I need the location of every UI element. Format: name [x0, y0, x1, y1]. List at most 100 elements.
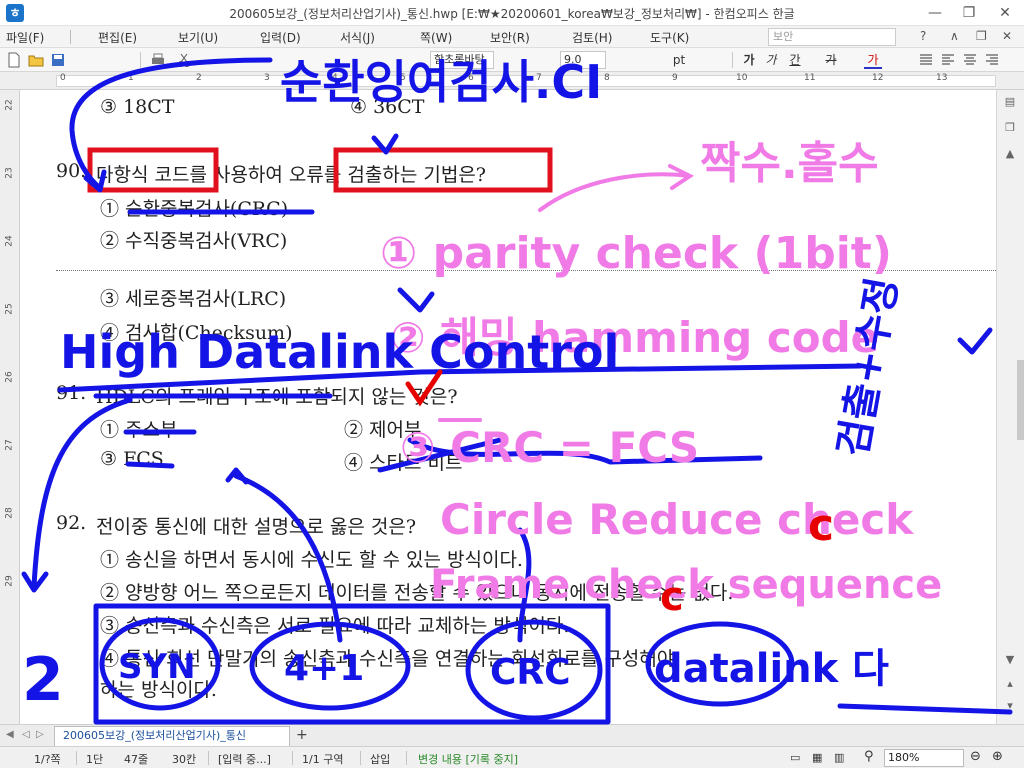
help-icon[interactable]: ?: [920, 29, 926, 43]
page-column-divider: [56, 270, 996, 271]
next-page-icon[interactable]: ▾: [999, 696, 1021, 716]
menu-format[interactable]: 서식(J): [340, 29, 375, 46]
status-column: 30칸: [172, 753, 197, 766]
bookmark-icon[interactable]: ❒: [999, 118, 1021, 138]
vruler-number: 28: [4, 507, 15, 519]
status-divider: [360, 751, 361, 765]
status-track-changes[interactable]: 변경 내용 [기록 중지]: [418, 751, 518, 767]
open-icon[interactable]: [28, 52, 44, 68]
italic-button[interactable]: 가: [762, 51, 780, 69]
status-divider: [292, 751, 293, 765]
font-size-input[interactable]: 9.0: [560, 51, 606, 69]
print-icon[interactable]: [150, 52, 166, 68]
align-left-icon[interactable]: [940, 52, 956, 68]
tab-prev-icon[interactable]: ◁: [22, 729, 30, 740]
vruler-number: 22: [4, 99, 15, 111]
zoom-out-icon[interactable]: ⊖: [970, 749, 981, 764]
question-91-option-4: ④ 스타트 비트: [344, 452, 463, 474]
maximize-icon[interactable]: ❐: [954, 2, 984, 24]
add-tab-icon[interactable]: +: [296, 727, 308, 743]
tab-next-icon[interactable]: ▷: [36, 729, 44, 740]
menu-tools[interactable]: 도구(K): [650, 29, 689, 46]
question-91-option-2: ② 제어부: [344, 419, 422, 441]
strike-button[interactable]: 가: [820, 51, 842, 69]
prev-question-option-3: ③ 18CT: [100, 96, 175, 118]
menu-insert[interactable]: 입력(D): [260, 29, 301, 46]
menu-page[interactable]: 쪽(W): [420, 29, 452, 46]
status-insert-mode[interactable]: 삽입: [370, 751, 390, 767]
question-92-text: 전이중 통신에 대한 설명으로 옳은 것은?: [96, 516, 417, 538]
status-zone: 1/1 구역: [302, 753, 344, 766]
bold-button[interactable]: 가: [740, 51, 758, 69]
menu-review[interactable]: 검토(H): [572, 29, 612, 46]
question-90-option-3: ③ 세로중복검사(LRC): [100, 288, 287, 310]
align-justify-icon[interactable]: [918, 52, 934, 68]
menu-view[interactable]: 보기(U): [178, 29, 218, 46]
search-input[interactable]: 보안: [768, 28, 896, 46]
vertical-scrollbar[interactable]: ▤ ❒ ▲ ▼ ▴ ▾: [996, 90, 1024, 724]
page-view-icon[interactable]: ▤: [999, 92, 1021, 112]
menu-edit[interactable]: 편집(E): [98, 29, 137, 46]
style-select[interactable]: 함초롬바탕: [430, 51, 494, 69]
horizontal-ruler[interactable]: 0 1 2 3 4 5 6 7 8 9 10 11 12 13: [0, 72, 1024, 90]
ruler-number: 5: [400, 73, 406, 83]
menu-divider: [70, 30, 71, 44]
document-page[interactable]: ③ 18CT ④ 36CT 90. 다항식 코드를 사용하여 오류를 검출하는 …: [20, 90, 996, 724]
restore-doc-icon[interactable]: ❐: [976, 29, 987, 43]
document-tab-bar: ◀ ◁ ▷ 200605보강_(정보처리산업기사)_통신 +: [0, 724, 1024, 746]
align-right-icon[interactable]: [984, 52, 1000, 68]
close-icon[interactable]: ✕: [990, 2, 1020, 24]
prev-question-option-4: ④ 36CT: [350, 96, 425, 118]
vertical-ruler[interactable]: 22 23 24 25 26 27 28 29: [0, 90, 20, 724]
vruler-number: 23: [4, 167, 15, 179]
toolbar-divider: [732, 52, 733, 68]
status-section: 1단: [86, 753, 104, 766]
vruler-number: 27: [4, 439, 15, 451]
question-90-option-2: ② 수직중복검사(VRC): [100, 230, 288, 252]
close-doc-icon[interactable]: ✕: [1002, 29, 1012, 43]
align-center-icon[interactable]: [962, 52, 978, 68]
vruler-number: 29: [4, 575, 15, 587]
ruler-number: 8: [604, 73, 610, 83]
tab-document[interactable]: 200605보강_(정보처리산업기사)_통신: [54, 726, 290, 746]
tab-first-icon[interactable]: ◀: [6, 729, 14, 740]
web-view-icon[interactable]: ▥: [834, 751, 844, 764]
ruler-number: 4: [332, 73, 338, 83]
scroll-thumb[interactable]: [1017, 360, 1024, 440]
menu-file[interactable]: 파일(F): [6, 29, 44, 46]
ruler-number: 9: [672, 73, 678, 83]
question-90-option-4: ④ 검사합(Checksum): [100, 322, 293, 344]
status-divider: [406, 751, 407, 765]
cut-icon[interactable]: [176, 52, 192, 68]
hwp-window: ㅎ 200605보강_(정보처리산업기사)_통신.hwp [E:₩★202006…: [0, 0, 1024, 768]
font-unit-label[interactable]: pt: [668, 51, 690, 69]
prev-page-icon[interactable]: ▴: [999, 674, 1021, 694]
ruler-number: 1: [128, 73, 134, 83]
ruler-number: 3: [264, 73, 270, 83]
zoom-icon[interactable]: ⚲: [864, 749, 874, 764]
minimize-icon[interactable]: —: [920, 2, 950, 24]
page-view-mode-icon[interactable]: ▦: [812, 751, 822, 764]
toolbar-divider: [140, 52, 141, 68]
question-90-number: 90.: [56, 160, 87, 182]
question-90-option-1: ① 순환중복검사(CRC): [100, 198, 289, 220]
ribbon-toggle-icon[interactable]: ∧: [950, 29, 959, 43]
question-92-option-1: ① 송신을 하면서 동시에 수신도 할 수 있는 방식이다.: [100, 549, 523, 571]
new-document-icon[interactable]: [6, 52, 22, 68]
question-91-text: HDLC의 프레임 구조에 포함되지 않는 것은?: [96, 386, 458, 408]
scroll-down-icon[interactable]: ▼: [999, 650, 1021, 670]
question-90-text: 다항식 코드를 사용하여 오류를 검출하는 기법은?: [96, 164, 486, 186]
menu-security[interactable]: 보안(R): [490, 29, 530, 46]
scroll-up-icon[interactable]: ▲: [999, 144, 1021, 164]
font-color-button[interactable]: 가: [864, 51, 882, 69]
vruler-number: 25: [4, 303, 15, 315]
zoom-in-icon[interactable]: ⊕: [992, 749, 1003, 764]
status-page[interactable]: 1/?쪽: [34, 751, 61, 767]
underline-button[interactable]: 간: [784, 51, 806, 69]
ruler-number: 12: [872, 73, 884, 83]
save-icon[interactable]: [50, 52, 66, 68]
question-91-option-3: ③ FCS: [100, 448, 164, 470]
normal-view-icon[interactable]: ▭: [790, 751, 800, 764]
question-91-option-1: ① 주소부: [100, 419, 178, 441]
zoom-select[interactable]: 180%: [884, 749, 964, 767]
